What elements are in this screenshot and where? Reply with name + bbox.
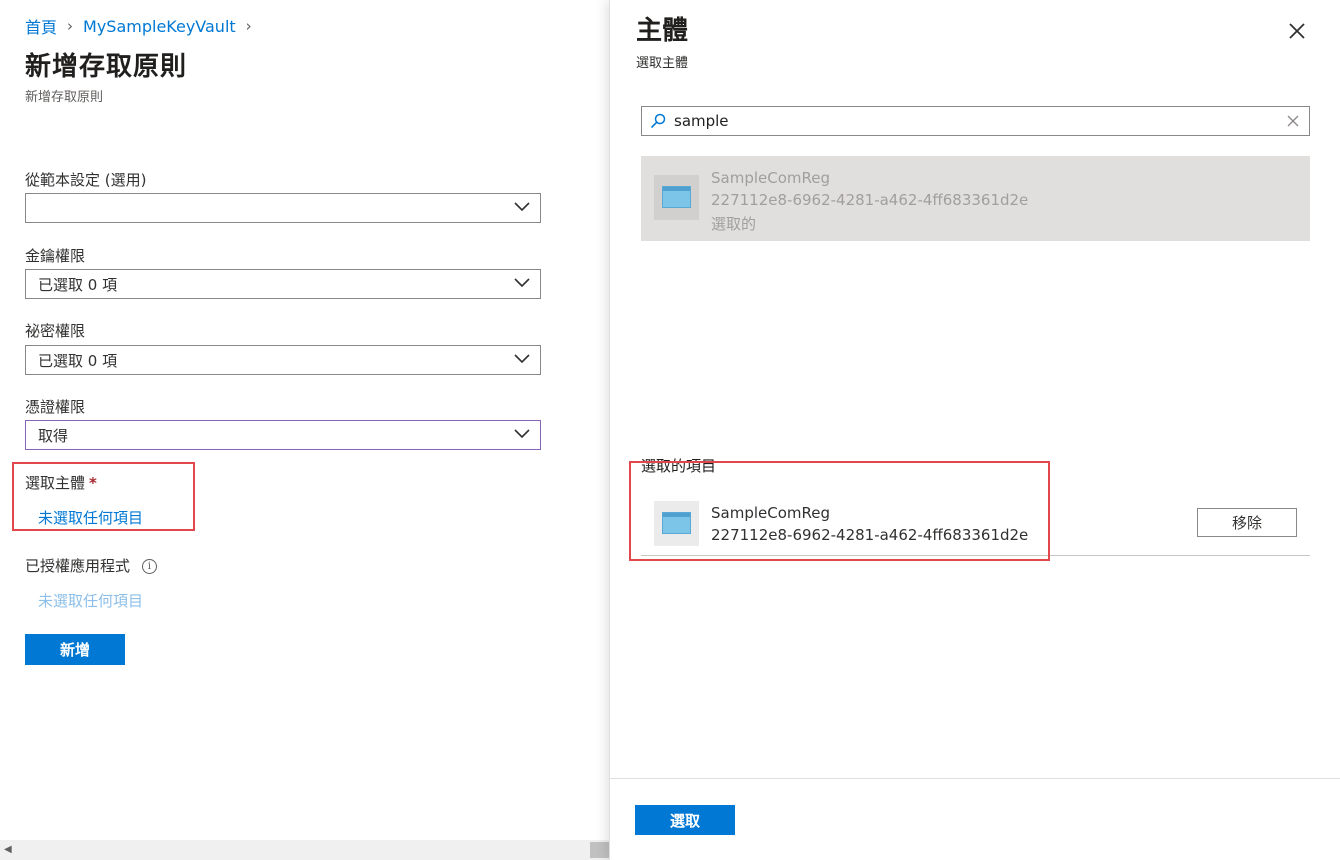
authorized-app-label-text: 已授權應用程式 <box>25 557 131 575</box>
highlight-box-principal <box>12 462 195 531</box>
breadcrumb-home-link[interactable]: 首頁 <box>25 14 57 38</box>
app-icon <box>654 175 699 220</box>
principal-panel: 主體 選取主體 sample SampleComReg 227112e8-696… <box>609 0 1340 860</box>
result-name: SampleComReg <box>711 169 831 187</box>
key-permissions-value: 已選取 0 項 <box>38 275 118 294</box>
page-subtitle: 新增存取原則 <box>25 90 104 105</box>
template-label: 從範本設定 (選用) <box>25 171 147 189</box>
remove-button[interactable]: 移除 <box>1197 508 1297 537</box>
info-icon[interactable]: i <box>142 559 158 574</box>
chevron-down-icon <box>514 354 530 364</box>
breadcrumb: 首頁 › MySampleKeyVault › <box>25 14 262 38</box>
add-button[interactable]: 新增 <box>25 634 125 665</box>
add-access-policy-blade: 首頁 › MySampleKeyVault › 新增存取原則 新增存取原則 從範… <box>0 0 609 860</box>
key-permissions-dropdown[interactable]: 已選取 0 項 <box>25 269 541 299</box>
panel-footer-divider <box>610 778 1340 779</box>
chevron-down-icon <box>514 278 530 288</box>
scrollbar-thumb[interactable] <box>590 842 609 858</box>
secret-permissions-label: 祕密權限 <box>25 322 86 340</box>
result-state: 選取的 <box>711 215 757 233</box>
cert-permissions-label: 憑證權限 <box>25 398 86 416</box>
screen: 首頁 › MySampleKeyVault › 新增存取原則 新增存取原則 從範… <box>0 0 1340 860</box>
template-dropdown[interactable] <box>25 193 541 223</box>
search-result-item[interactable]: SampleComReg 227112e8-6962-4281-a462-4ff… <box>641 156 1310 241</box>
close-icon[interactable] <box>1288 22 1306 40</box>
select-button[interactable]: 選取 <box>635 805 735 835</box>
panel-title: 主體 <box>636 16 689 46</box>
secret-permissions-dropdown[interactable]: 已選取 0 項 <box>25 345 541 375</box>
authorized-app-label: 已授權應用程式 i <box>25 555 158 576</box>
secret-permissions-value: 已選取 0 項 <box>38 351 118 370</box>
search-value: sample <box>674 112 729 130</box>
cert-permissions-dropdown[interactable]: 取得 <box>25 420 541 450</box>
cert-permissions-value: 取得 <box>38 426 69 445</box>
page-title: 新增存取原則 <box>25 52 188 82</box>
chevron-right-icon: › <box>245 17 252 35</box>
horizontal-scrollbar[interactable]: ◀ <box>0 840 609 860</box>
panel-subtitle: 選取主體 <box>636 56 689 71</box>
breadcrumb-vault-link[interactable]: MySampleKeyVault <box>83 17 236 36</box>
chevron-down-icon <box>514 429 530 439</box>
chevron-down-icon <box>514 202 530 212</box>
search-input[interactable]: sample <box>641 106 1310 136</box>
result-id: 227112e8-6962-4281-a462-4ff683361d2e <box>711 191 1029 209</box>
highlight-box-selected-item <box>629 461 1050 561</box>
clear-icon[interactable] <box>1286 114 1300 128</box>
key-permissions-label: 金鑰權限 <box>25 247 86 265</box>
scroll-left-icon[interactable]: ◀ <box>4 844 12 855</box>
search-icon <box>650 113 666 129</box>
select-authorized-app-link[interactable]: 未選取任何項目 <box>38 590 143 611</box>
chevron-right-icon: › <box>67 17 74 35</box>
